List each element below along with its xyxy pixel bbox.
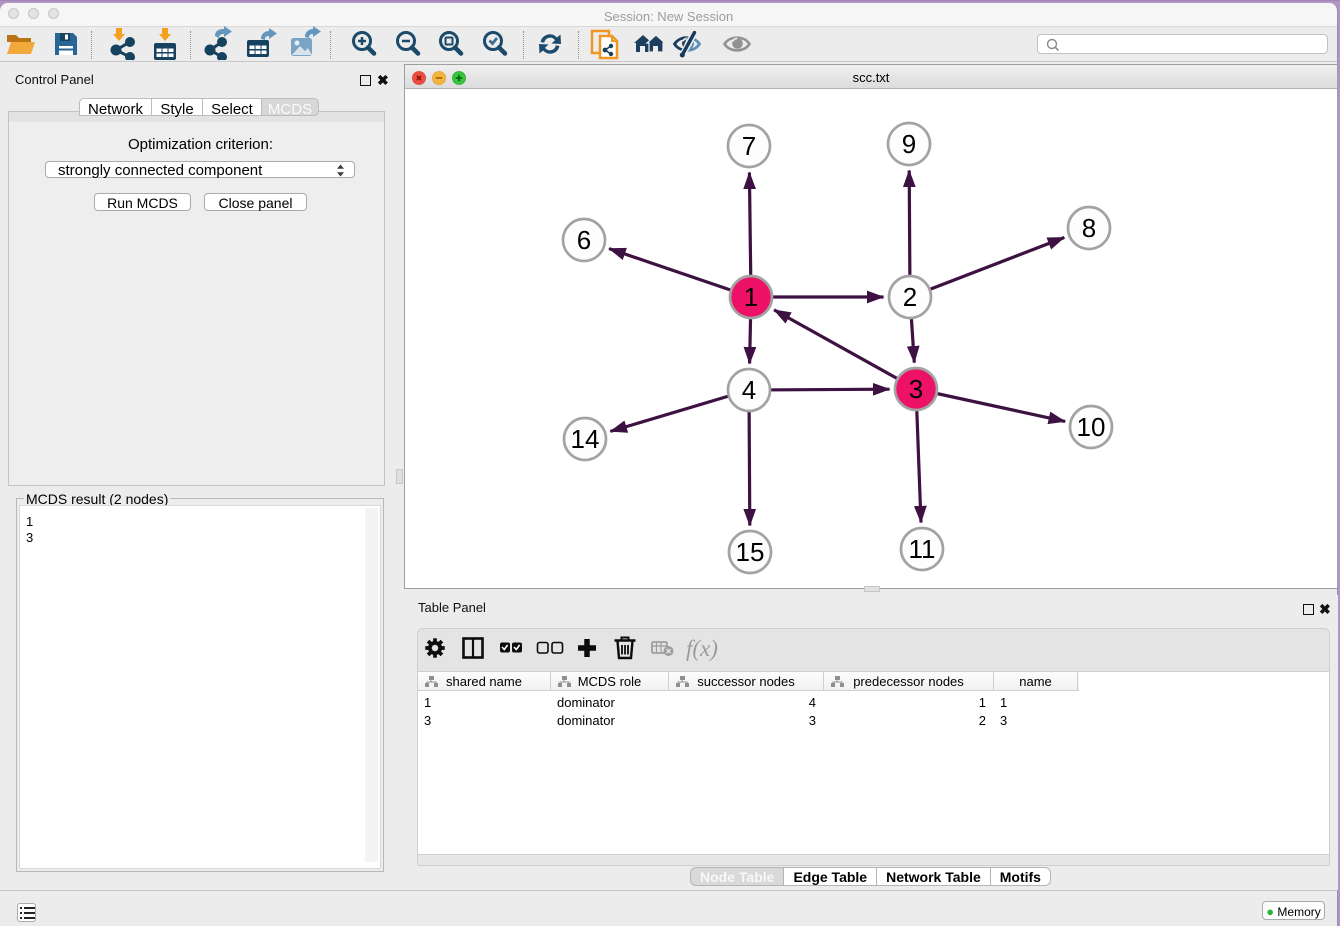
- svg-text:11: 11: [909, 534, 936, 564]
- svg-text:8: 8: [1082, 213, 1096, 243]
- svg-text:1: 1: [744, 282, 758, 312]
- svg-text:7: 7: [742, 131, 756, 161]
- svg-text:15: 15: [736, 537, 765, 567]
- svg-text:6: 6: [577, 225, 591, 255]
- svg-text:4: 4: [742, 375, 756, 405]
- svg-text:3: 3: [909, 374, 923, 404]
- svg-text:14: 14: [571, 424, 600, 454]
- svg-text:f(x): f(x): [686, 636, 718, 661]
- svg-text:9: 9: [902, 129, 916, 159]
- svg-text:2: 2: [903, 282, 917, 312]
- svg-text:10: 10: [1077, 412, 1106, 442]
